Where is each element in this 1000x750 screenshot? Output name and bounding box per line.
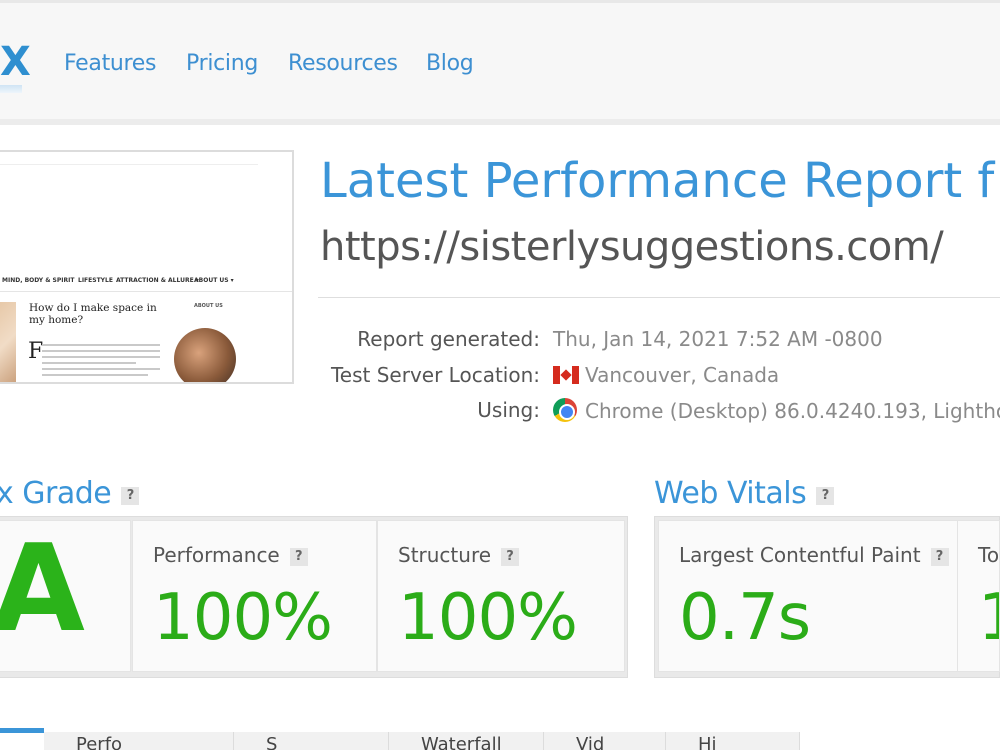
tab-structure[interactable]: S (234, 732, 389, 750)
thumb-menu-item: MIND, BODY & SPIRIT (2, 277, 75, 284)
thumb-post-title: How do I make space in my home? (29, 302, 157, 326)
chrome-icon (553, 398, 577, 422)
meta-value-test-server: Vancouver, Canada (553, 363, 779, 387)
structure-card: Structure? 100% (377, 520, 625, 672)
thumb-menu-item: LIFESTYLE (78, 277, 113, 284)
performance-card: Performance? 100% (132, 520, 377, 672)
thumb-text-lines (42, 344, 160, 380)
thumb-dropcap: F (28, 339, 44, 364)
vitals-section-title: Web Vitals? (654, 476, 835, 511)
thumb-about-label: ABOUT US (194, 303, 223, 309)
logo[interactable]: X (0, 39, 31, 85)
help-icon[interactable]: ? (501, 548, 520, 566)
tbt-card: To 1 (957, 520, 1000, 672)
report-title: Latest Performance Report f (320, 153, 995, 209)
lcp-value: 0.7s (679, 581, 811, 655)
active-tab-indicator (0, 728, 44, 733)
thumb-divider (0, 291, 292, 292)
nav-blog[interactable]: Blog (426, 51, 474, 76)
logo-reflection (0, 85, 22, 93)
thumb-divider-top (0, 164, 258, 165)
nav-pricing[interactable]: Pricing (186, 51, 258, 76)
thumb-menu-item: ATTRACTION & ALLURE ▾ (116, 277, 199, 284)
lcp-card: Largest Contentful Paint? 0.7s (658, 520, 958, 672)
performance-label-text: Performance (153, 543, 280, 567)
meta-label-report-generated: Report generated: (357, 327, 540, 351)
server-location-text: Vancouver, Canada (585, 363, 780, 387)
vitals-title-text: Web Vitals (654, 476, 807, 511)
help-icon[interactable]: ? (816, 487, 835, 505)
help-icon[interactable]: ? (289, 548, 308, 566)
tbt-value: 1 (978, 581, 999, 655)
grade-section-title: x Grade? (0, 476, 140, 511)
tab-performance[interactable]: Perfo (44, 732, 234, 750)
thumb-photo (0, 302, 16, 382)
grade-letter: A (0, 520, 85, 659)
top-nav-bar: X Features Pricing Resources Blog (0, 0, 1000, 125)
help-icon[interactable]: ? (930, 548, 949, 566)
structure-label-text: Structure (398, 543, 492, 567)
performance-value: 100% (153, 581, 333, 655)
structure-label: Structure? (398, 543, 520, 567)
meta-label-using: Using: (477, 398, 540, 422)
nav-resources[interactable]: Resources (288, 51, 398, 76)
browser-text: Chrome (Desktop) 86.0.4240.193, Lightho (585, 399, 1000, 423)
meta-value-using: Chrome (Desktop) 86.0.4240.193, Lightho (553, 398, 1000, 423)
lcp-label: Largest Contentful Paint? (679, 543, 949, 567)
help-icon[interactable]: ? (121, 487, 140, 505)
structure-value: 100% (398, 581, 578, 655)
nav-features[interactable]: Features (64, 51, 157, 76)
thumb-avatar-photo (174, 328, 236, 382)
grade-title-text: x Grade (0, 476, 112, 511)
report-url[interactable]: https://sisterlysuggestions.com/ (320, 224, 944, 270)
thumb-menu: MIND, BODY & SPIRIT LIFESTYLE ATTRACTION… (0, 277, 292, 289)
tab-history[interactable]: Hi (666, 732, 800, 750)
tbt-label: To (978, 543, 1000, 567)
divider (318, 297, 1000, 298)
lcp-label-text: Largest Contentful Paint (679, 543, 921, 567)
performance-label: Performance? (153, 543, 308, 567)
tab-waterfall[interactable]: Waterfall (389, 732, 544, 750)
meta-label-test-server: Test Server Location: (330, 363, 540, 387)
site-screenshot-thumbnail[interactable]: MIND, BODY & SPIRIT LIFESTYLE ATTRACTION… (0, 150, 294, 384)
canada-flag-icon (553, 366, 579, 384)
thumb-menu-item: ABOUT US ▾ (194, 277, 234, 284)
tab-video[interactable]: Vid (544, 732, 666, 750)
meta-value-report-generated: Thu, Jan 14, 2021 7:52 AM -0800 (553, 327, 883, 351)
